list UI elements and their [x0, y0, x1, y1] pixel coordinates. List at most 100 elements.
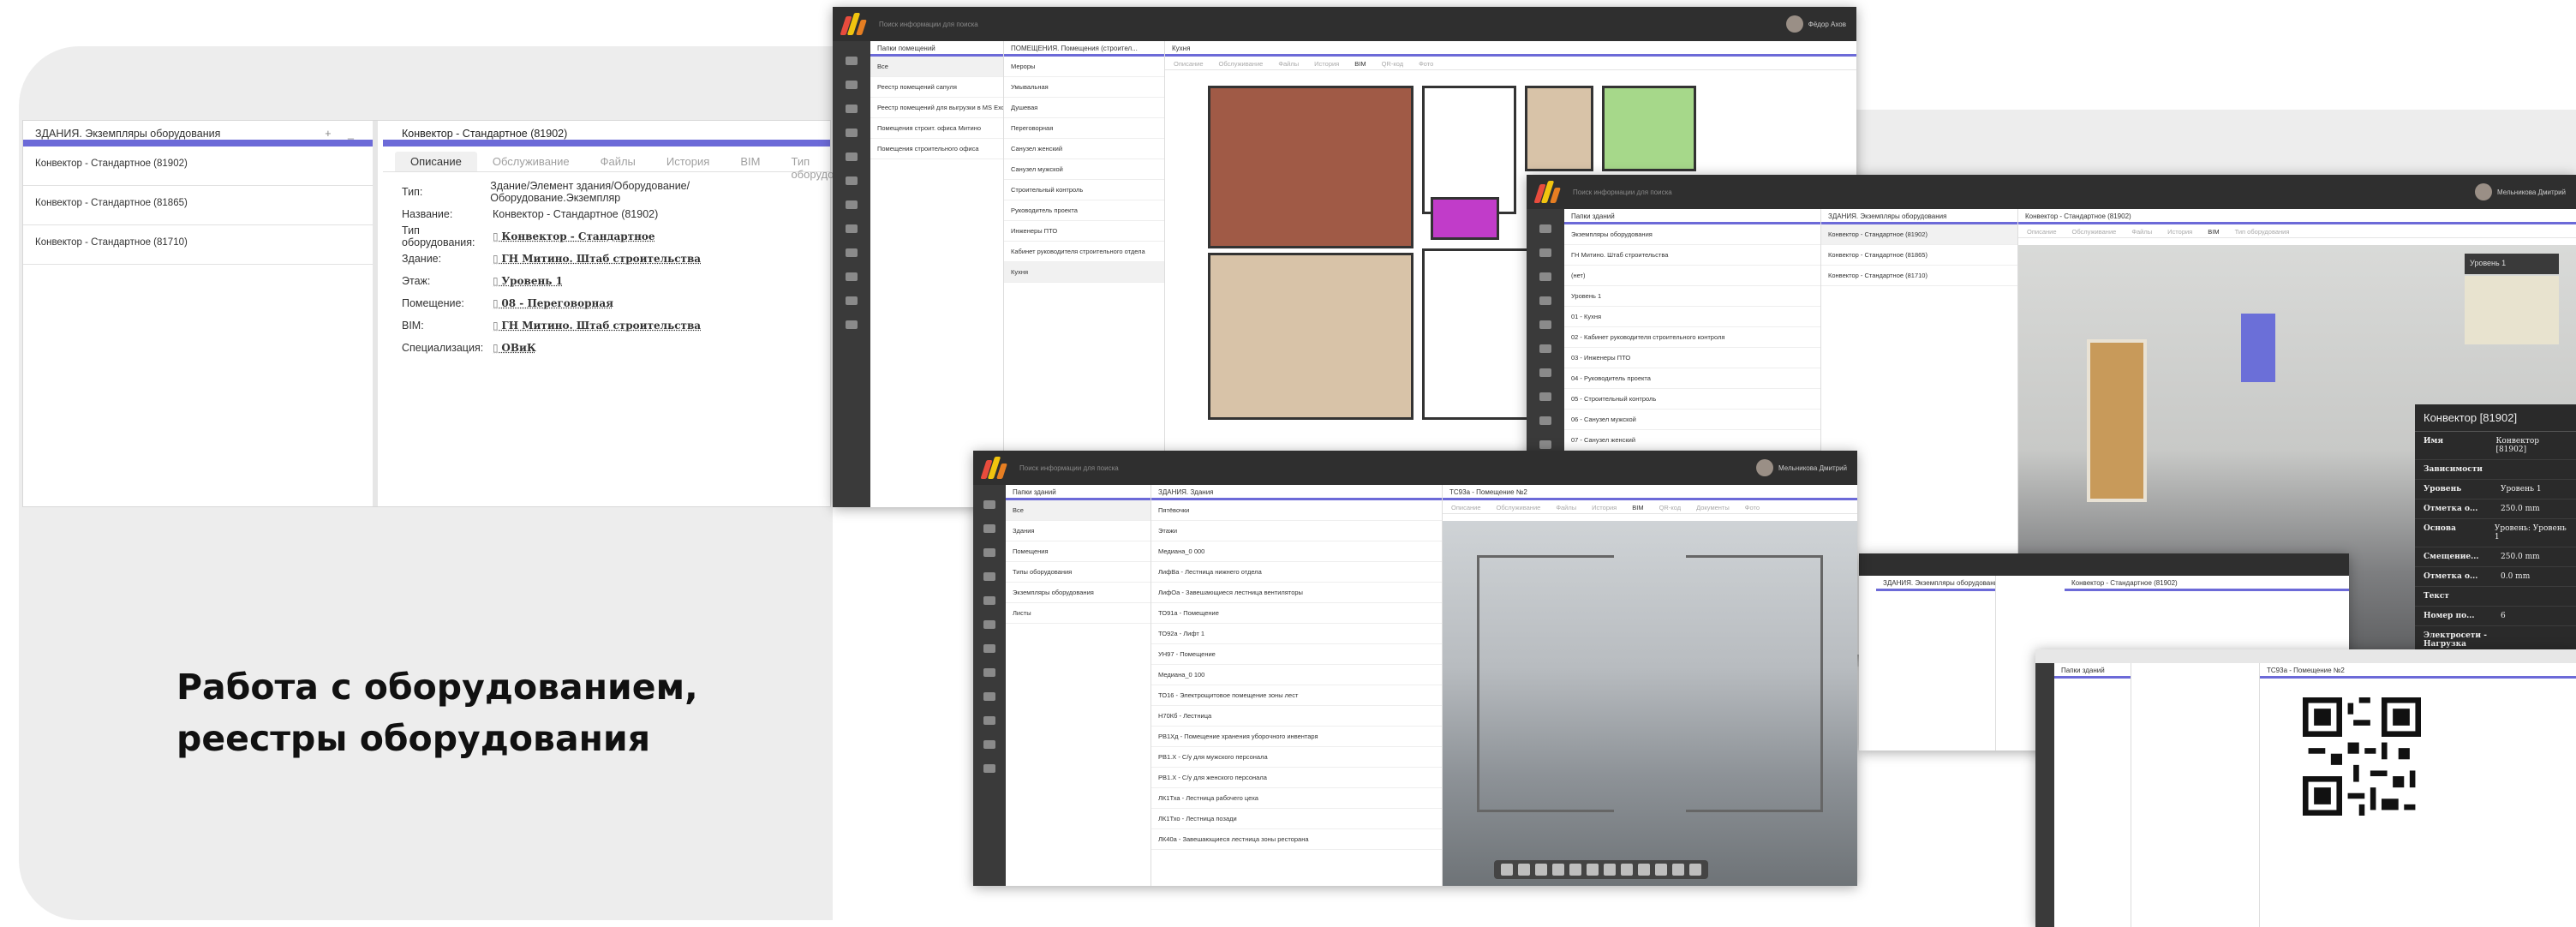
list-item[interactable]: РВ1.Х - С/у для мужского персонала — [1151, 747, 1442, 768]
markup-icon[interactable] — [1604, 864, 1616, 876]
tab[interactable]: Обслуживание — [1219, 60, 1264, 68]
list-item[interactable]: Н70Кб - Лестница — [1151, 706, 1442, 727]
property-link[interactable]: Уровень 1 — [493, 275, 563, 287]
app-logo-icon[interactable] — [980, 455, 1011, 481]
list-item[interactable]: (нет) — [1564, 266, 1820, 286]
list-item[interactable]: Медиана_0 000 — [1151, 541, 1442, 562]
list-item[interactable]: Экземпляры оборудования — [1006, 583, 1151, 603]
list-item[interactable]: ЛифОа - Завешающиеся лестница вентилятор… — [1151, 583, 1442, 603]
list-item[interactable]: Медиана_0 100 — [1151, 665, 1442, 685]
tab-files[interactable]: Файлы — [585, 152, 651, 171]
tab-maintenance[interactable]: Обслуживание — [477, 152, 585, 171]
walk-icon[interactable] — [1535, 864, 1547, 876]
tab[interactable]: BIM — [1354, 60, 1366, 68]
properties-icon[interactable] — [1655, 864, 1667, 876]
3d-stair-view[interactable] — [1443, 521, 1857, 886]
list-item[interactable]: ТО92а - Лифт 1 — [1151, 624, 1442, 644]
list-item[interactable]: РВ1Хд - Помещение хранения уборочного ин… — [1151, 727, 1442, 747]
tab-history[interactable]: История — [651, 152, 725, 171]
tab[interactable]: BIM — [1632, 504, 1643, 511]
list-item[interactable]: 03 - Инженеры ПТО — [1564, 348, 1820, 368]
property-link[interactable]: ОВиК — [493, 342, 535, 354]
list-item[interactable]: 07 - Санузел женский — [1564, 430, 1820, 451]
property-link[interactable]: 08 - Переговорная — [493, 297, 613, 309]
tab[interactable]: Обслуживание — [2072, 228, 2117, 236]
plan-room[interactable] — [1208, 253, 1414, 420]
list-item[interactable]: ЛК40а - Завешающиеся лестница зоны ресто… — [1151, 829, 1442, 850]
camera-icon[interactable] — [1587, 864, 1599, 876]
list-item[interactable]: РВ1.Х - С/у для женского персонала — [1151, 768, 1442, 788]
plan-room[interactable] — [1422, 86, 1516, 214]
list-item[interactable]: Этажи — [1151, 521, 1442, 541]
tab[interactable]: Фото — [1745, 504, 1760, 511]
list-item[interactable]: Санузел женский — [1004, 139, 1164, 159]
list-item[interactable]: Мероры — [1004, 57, 1164, 77]
tab[interactable]: BIM — [2208, 228, 2219, 236]
list-item[interactable]: Помещения строит. офиса Митино — [870, 118, 1003, 139]
list-item[interactable]: Конвектор - Стандартное (81710) — [1821, 266, 2017, 286]
tab[interactable]: QR-код — [1659, 504, 1682, 511]
plan-room-selected[interactable] — [1431, 197, 1499, 240]
list-item[interactable]: Пятёвочки — [1151, 500, 1442, 521]
list-item[interactable]: Переговорная — [1004, 118, 1164, 139]
list-item[interactable]: Помещения строительного офиса — [870, 139, 1003, 159]
user-menu[interactable]: Мельникова Дмитрий — [2475, 183, 2566, 200]
tab[interactable]: QR-код — [1382, 60, 1404, 68]
list-item[interactable]: Инженеры ПТО — [1004, 221, 1164, 242]
measure-icon[interactable] — [1569, 864, 1581, 876]
explode-icon[interactable] — [1621, 864, 1633, 876]
list-item[interactable]: Конвектор - Стандартное (81902) — [1821, 224, 2017, 245]
plan-room[interactable] — [1525, 86, 1593, 171]
list-window-controls[interactable]: + _ — [325, 128, 361, 140]
tab[interactable]: Описание — [2027, 228, 2057, 236]
property-link[interactable]: Конвектор - Стандартное — [493, 230, 654, 242]
tab[interactable]: Файлы — [1556, 504, 1576, 511]
plan-room[interactable] — [1422, 248, 1533, 420]
tab[interactable]: История — [1592, 504, 1617, 511]
list-item[interactable]: Кабинет руководителя строительного отдел… — [1004, 242, 1164, 262]
list-item[interactable]: ЛифВа - Лестница нижнего отдела — [1151, 562, 1442, 583]
list-item[interactable]: Душевая — [1004, 98, 1164, 118]
app-logo-icon[interactable] — [840, 11, 870, 37]
list-item[interactable]: ГН Митино. Штаб строительства — [1564, 245, 1820, 266]
list-item[interactable]: Экземпляры оборудования — [1564, 224, 1820, 245]
tab[interactable]: Описание — [1451, 504, 1481, 511]
list-item[interactable]: ТО91а - Помещение — [1151, 603, 1442, 624]
tab[interactable]: Фото — [1419, 60, 1433, 68]
plan-room[interactable] — [1208, 86, 1414, 248]
list-item[interactable]: 02 - Кабинет руководителя строительного … — [1564, 327, 1820, 348]
list-item[interactable]: Санузел мужской — [1004, 159, 1164, 180]
tab[interactable]: Обслуживание — [1497, 504, 1541, 511]
list-item[interactable]: 05 - Строительный контроль — [1564, 389, 1820, 410]
list-item[interactable]: Умывальная — [1004, 77, 1164, 98]
list-item[interactable]: Типы оборудования — [1006, 562, 1151, 583]
search-input[interactable]: Поиск информации для поиска — [1019, 464, 1119, 472]
list-item[interactable]: 01 - Кухня — [1564, 307, 1820, 327]
section-icon[interactable] — [1552, 864, 1564, 876]
list-item[interactable]: Строительный контроль — [1004, 180, 1164, 200]
list-item[interactable]: Здания — [1006, 521, 1151, 541]
pan-icon[interactable] — [1518, 864, 1530, 876]
list-item[interactable]: Руководитель проекта — [1004, 200, 1164, 221]
level-selector[interactable]: Уровень 1 — [2465, 254, 2559, 274]
tab-description[interactable]: Описание — [395, 152, 477, 171]
tab[interactable]: Файлы — [1278, 60, 1299, 68]
list-item[interactable]: 06 - Санузел мужской — [1564, 410, 1820, 430]
minimap[interactable] — [2465, 276, 2559, 344]
tab[interactable]: История — [1314, 60, 1339, 68]
tab-bim[interactable]: BIM — [725, 152, 775, 171]
user-menu[interactable]: Фёдор Ахов — [1785, 15, 1846, 33]
tab[interactable]: История — [2167, 228, 2192, 236]
list-item[interactable]: ЛК1Тхо - Лестница позади — [1151, 809, 1442, 829]
list-item[interactable]: Реестр помещений сапуля — [870, 77, 1003, 98]
search-input[interactable]: Поиск информации для поиска — [879, 21, 978, 28]
plan-room[interactable] — [1602, 86, 1696, 171]
list-item[interactable]: Помещения — [1006, 541, 1151, 562]
model-tree-icon[interactable] — [1638, 864, 1650, 876]
list-item[interactable]: УН97 - Помещение — [1151, 644, 1442, 665]
list-item[interactable]: Все — [870, 57, 1003, 77]
search-input[interactable]: Поиск информации для поиска — [1573, 188, 1672, 196]
list-item[interactable]: Листы — [1006, 603, 1151, 624]
list-item[interactable]: Уровень 1 — [1564, 286, 1820, 307]
list-item[interactable]: Конвектор - Стандартное (81865) — [1821, 245, 2017, 266]
